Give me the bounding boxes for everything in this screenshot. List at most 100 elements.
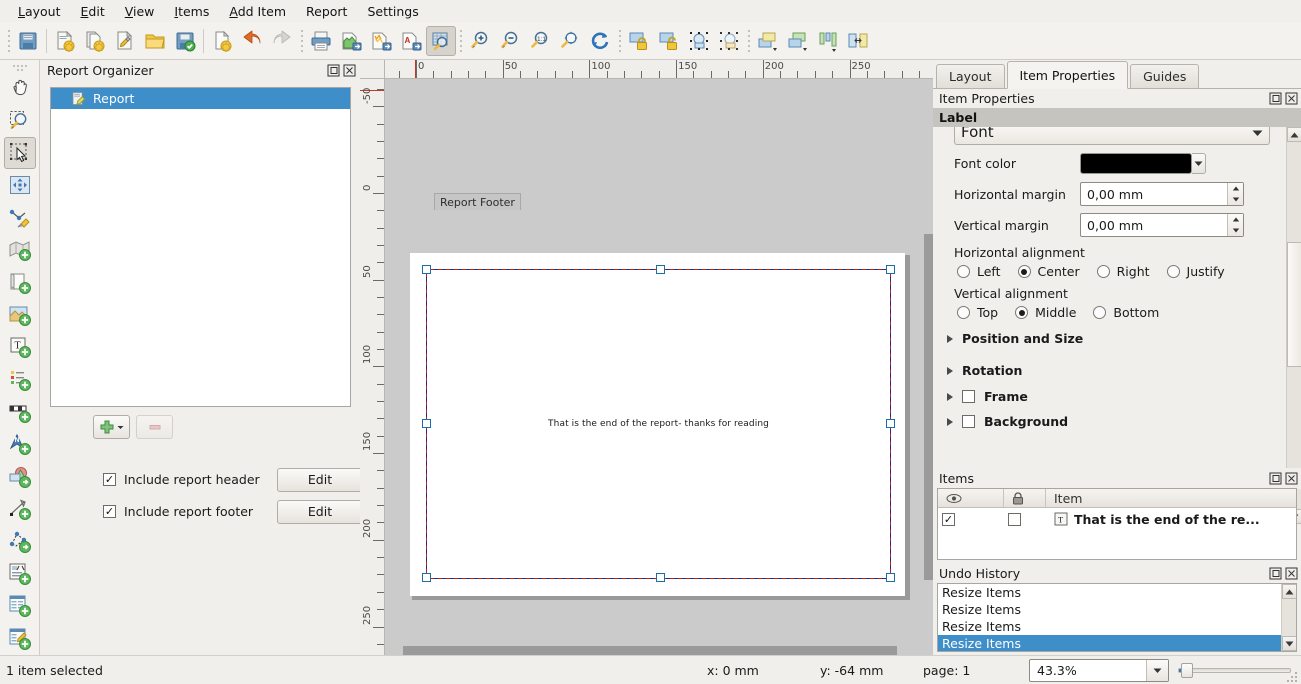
add-legend-icon[interactable] [4,364,36,396]
item-properties-scrollbar[interactable] [1286,127,1301,524]
add-scalebar-icon[interactable] [4,396,36,428]
handle-bottom-right[interactable] [886,573,895,582]
list-item-selected[interactable]: Resize Items [938,635,1296,652]
unlock-items-icon[interactable] [654,26,684,56]
radio-align-left[interactable] [957,265,970,278]
close-icon[interactable] [343,64,356,77]
add-map-icon[interactable] [4,234,36,266]
list-item[interactable]: Resize Items [938,601,1296,618]
save-icon[interactable] [13,26,43,56]
zoom-in-icon[interactable] [465,26,495,56]
font-color-swatch[interactable] [1080,153,1192,174]
scroll-up-icon[interactable] [1287,127,1301,142]
include-report-header-checkbox[interactable]: ✓ [103,473,116,486]
float-icon[interactable] [327,64,340,77]
table-row[interactable]: ✓ T That is the end of the re... [938,508,1296,530]
item-lock-checkbox[interactable] [1008,513,1021,526]
open-folder-icon[interactable] [140,26,170,56]
stepper-down-icon[interactable] [1228,225,1243,236]
items-table[interactable]: Item ✓ T That is the end of the re... [937,488,1297,560]
add-shape-group-icon[interactable] [4,461,36,493]
edit-report-footer-button[interactable]: Edit [277,500,363,524]
tab-guides[interactable]: Guides [1130,64,1199,88]
add-table-icon[interactable] [4,590,36,622]
font-color-dropdown-icon[interactable] [1192,153,1206,174]
menu-view[interactable]: View [115,2,165,21]
export-pdf-icon[interactable]: A [396,26,426,56]
toolbar-grip[interactable] [4,28,13,54]
tree-item-report[interactable]: Report [51,88,350,109]
column-lock[interactable] [1004,489,1046,507]
add-picture-icon[interactable] [4,299,36,331]
zoom-tool-icon[interactable] [4,104,36,136]
handle-bottom-left[interactable] [422,573,431,582]
include-report-footer-checkbox[interactable]: ✓ [103,505,116,518]
section-position-and-size[interactable]: Position and Size [947,331,1286,346]
select-move-item-icon[interactable] [4,137,36,169]
refresh-icon[interactable] [585,26,615,56]
lower-items-icon[interactable] [783,26,813,56]
menu-edit[interactable]: Edit [71,2,115,21]
section-background[interactable]: Background [947,414,1286,429]
list-item[interactable]: Resize Items [938,618,1296,635]
section-frame[interactable]: Frame [947,389,1286,404]
stepper-up-icon[interactable] [1228,183,1243,194]
zoom-slider[interactable] [1178,664,1291,676]
align-items-icon[interactable] [813,26,843,56]
canvas-vertical-scrollbar[interactable] [924,79,933,655]
canvas-hscroll-thumb[interactable] [403,646,897,655]
add-manual-table-icon[interactable] [4,623,36,655]
move-item-content-icon[interactable] [4,169,36,201]
distribute-items-icon[interactable] [843,26,873,56]
pan-tool-icon[interactable] [4,72,36,104]
zoom-actual-icon[interactable]: 1:1 [525,26,555,56]
save-template-icon[interactable] [170,26,200,56]
horizontal-ruler[interactable]: 050100150200250300 [385,60,933,79]
section-rotation[interactable]: Rotation [947,363,1286,378]
handle-top-center[interactable] [656,265,665,274]
item-properties-scroll-thumb[interactable] [1287,242,1301,367]
add-section-button[interactable] [93,415,130,439]
radio-valign-middle[interactable] [1015,306,1028,319]
menu-items[interactable]: Items [164,2,219,21]
handle-top-left[interactable] [422,265,431,274]
deselect-all-icon[interactable] [714,26,744,56]
close-icon[interactable] [1285,472,1298,485]
radio-align-center[interactable] [1018,265,1031,278]
menu-report[interactable]: Report [296,2,357,21]
tab-layout[interactable]: Layout [936,64,1005,88]
radio-valign-top[interactable] [957,306,970,319]
menu-add-item[interactable]: Add Item [219,2,296,21]
menu-settings[interactable]: Settings [357,2,428,21]
zoom-full-icon[interactable] [555,26,585,56]
edit-nodes-icon[interactable] [4,202,36,234]
close-icon[interactable] [1285,92,1298,105]
radio-align-right[interactable] [1097,265,1110,278]
new-report-icon[interactable] [207,26,237,56]
canvas-horizontal-scrollbar[interactable] [385,646,933,655]
layout-canvas[interactable]: Report Footer That is the end of the rep… [385,79,933,655]
item-properties-scrollarea[interactable]: Font Font color Horizontal margin [933,127,1286,524]
select-all-icon[interactable] [684,26,714,56]
resize-grip[interactable] [1287,670,1299,682]
lock-items-icon[interactable] [624,26,654,56]
remove-section-button[interactable] [136,415,173,439]
vertical-margin-input[interactable]: 0,00 mm [1080,213,1244,237]
redo-icon[interactable] [267,26,297,56]
float-icon[interactable] [1269,567,1282,580]
new-layout-icon[interactable] [50,26,80,56]
raise-items-icon[interactable] [753,26,783,56]
menu-layout[interactable]: Layout [8,2,71,21]
add-arrow-icon[interactable] [4,493,36,525]
tools-toolbar-grip[interactable] [13,62,27,70]
undo-history-list[interactable]: Resize Items Resize Items Resize Items R… [937,583,1297,652]
column-visibility[interactable] [938,489,1004,507]
frame-checkbox[interactable] [962,390,975,403]
chevron-down-icon[interactable] [1146,660,1168,681]
zoom-slider-handle[interactable] [1181,663,1193,678]
label-item[interactable]: That is the end of the report- thanks fo… [426,269,891,579]
font-button[interactable]: Font [954,127,1270,145]
radio-valign-bottom[interactable] [1093,306,1106,319]
horizontal-margin-stepper[interactable] [1227,183,1243,205]
report-organizer-tree[interactable]: Report [50,87,351,407]
